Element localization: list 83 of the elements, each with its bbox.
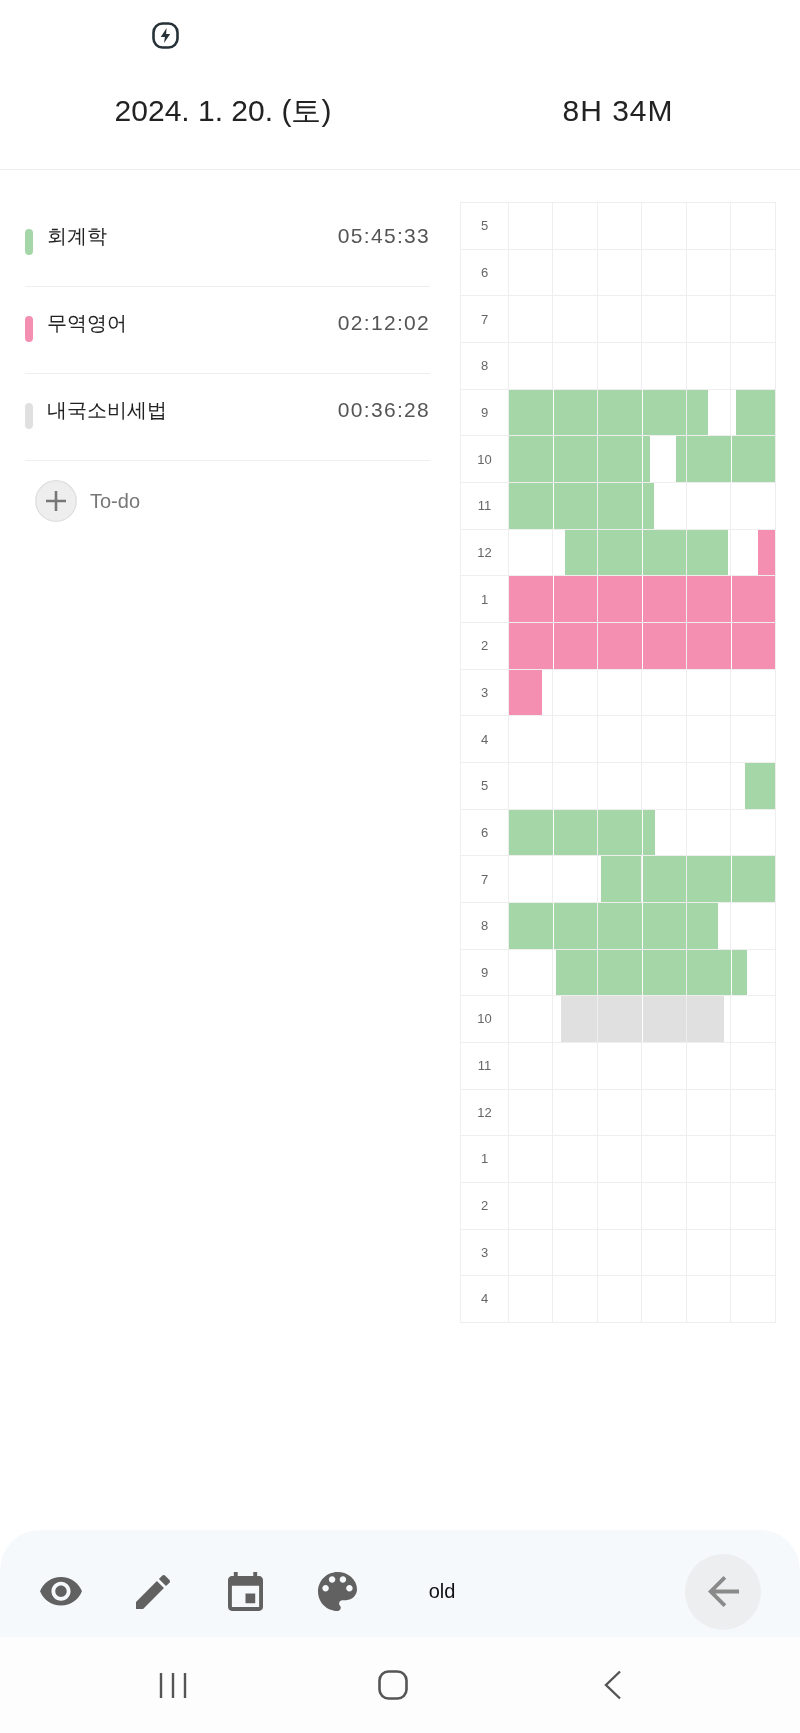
- time-block: [509, 902, 553, 949]
- subject-name[interactable]: 무역영어: [47, 311, 127, 335]
- hour-label: 11: [477, 1058, 492, 1074]
- time-block: [745, 762, 775, 809]
- lightning-icon: [152, 22, 179, 49]
- time-block: [598, 576, 642, 622]
- time-block: [687, 576, 731, 622]
- subject-name[interactable]: 회계학: [47, 224, 107, 248]
- time-block: [598, 949, 642, 996]
- time-block: [509, 622, 553, 669]
- time-block: [564, 529, 597, 576]
- hour-label: 9: [480, 964, 489, 980]
- hour-label: 10: [477, 1011, 492, 1027]
- time-block: [642, 949, 686, 996]
- hour-label: 1: [480, 1151, 489, 1167]
- time-block: [731, 856, 775, 902]
- hour-label: 8: [480, 358, 489, 374]
- time-block: [687, 529, 728, 576]
- date-label: 2024. 1. 20. (토): [113, 93, 333, 129]
- time-block: [731, 622, 775, 669]
- time-block: [556, 949, 597, 996]
- subject-time: 02:12:02: [337, 311, 430, 335]
- hour-label: 1: [480, 591, 489, 607]
- time-block: [598, 622, 642, 669]
- subject-name[interactable]: 내국소비세법: [47, 398, 167, 422]
- time-block: [687, 622, 731, 669]
- palette-icon[interactable]: [317, 1572, 357, 1611]
- subject-time: 00:36:28: [337, 398, 430, 422]
- time-block: [560, 996, 597, 1042]
- hour-label: 4: [480, 731, 489, 747]
- eye-icon[interactable]: [40, 1577, 82, 1606]
- add-todo-button[interactable]: To-do: [35, 480, 141, 522]
- subject-time: 05:45:33: [337, 224, 430, 248]
- add-icon: [35, 480, 77, 522]
- hour-label: 12: [477, 1104, 492, 1120]
- hour-label: 10: [477, 451, 492, 467]
- hour-label: 5: [480, 778, 489, 794]
- time-block: [731, 436, 775, 482]
- hour-label: 12: [477, 544, 492, 560]
- hour-label: 11: [477, 498, 492, 514]
- time-block: [509, 669, 542, 716]
- hour-label: 8: [480, 918, 489, 934]
- hour-label: 5: [480, 218, 489, 234]
- arrow-left-icon: [707, 1576, 739, 1607]
- time-block: [553, 902, 597, 949]
- hour-label: 9: [480, 404, 489, 420]
- time-block: [687, 902, 718, 949]
- hour-label: 7: [480, 871, 489, 887]
- recent-apps-icon[interactable]: [159, 1671, 187, 1699]
- mode-label[interactable]: old: [428, 1580, 456, 1603]
- time-block: [553, 622, 597, 669]
- time-block: [553, 389, 597, 436]
- time-block: [642, 576, 686, 622]
- time-block: [687, 996, 725, 1042]
- time-block: [598, 902, 642, 949]
- hour-label: 3: [480, 684, 489, 700]
- time-block: [509, 389, 553, 436]
- hour-label: 7: [480, 311, 489, 327]
- time-block: [553, 809, 597, 856]
- time-block: [736, 389, 775, 436]
- time-block: [509, 576, 553, 622]
- time-block: [598, 996, 642, 1042]
- hour-label: 2: [480, 1198, 489, 1214]
- time-block: [687, 856, 731, 902]
- time-block: [642, 996, 686, 1042]
- time-block: [553, 436, 597, 482]
- hour-label: 4: [480, 1291, 489, 1307]
- time-block: [553, 576, 597, 622]
- time-block: [509, 482, 553, 529]
- time-block: [509, 436, 553, 482]
- time-block: [509, 809, 553, 856]
- hour-label: 6: [480, 265, 489, 280]
- calendar-icon[interactable]: [227, 1572, 263, 1611]
- total-time: 8H 34M: [561, 93, 675, 129]
- pencil-icon[interactable]: [136, 1574, 170, 1609]
- time-block: [553, 482, 597, 529]
- hour-label: 6: [480, 824, 489, 840]
- time-block: [642, 902, 686, 949]
- back-icon[interactable]: [604, 1670, 622, 1700]
- hour-label: 3: [480, 1244, 489, 1260]
- time-block: [642, 622, 686, 669]
- hour-label: 2: [480, 638, 489, 654]
- home-icon[interactable]: [378, 1670, 408, 1700]
